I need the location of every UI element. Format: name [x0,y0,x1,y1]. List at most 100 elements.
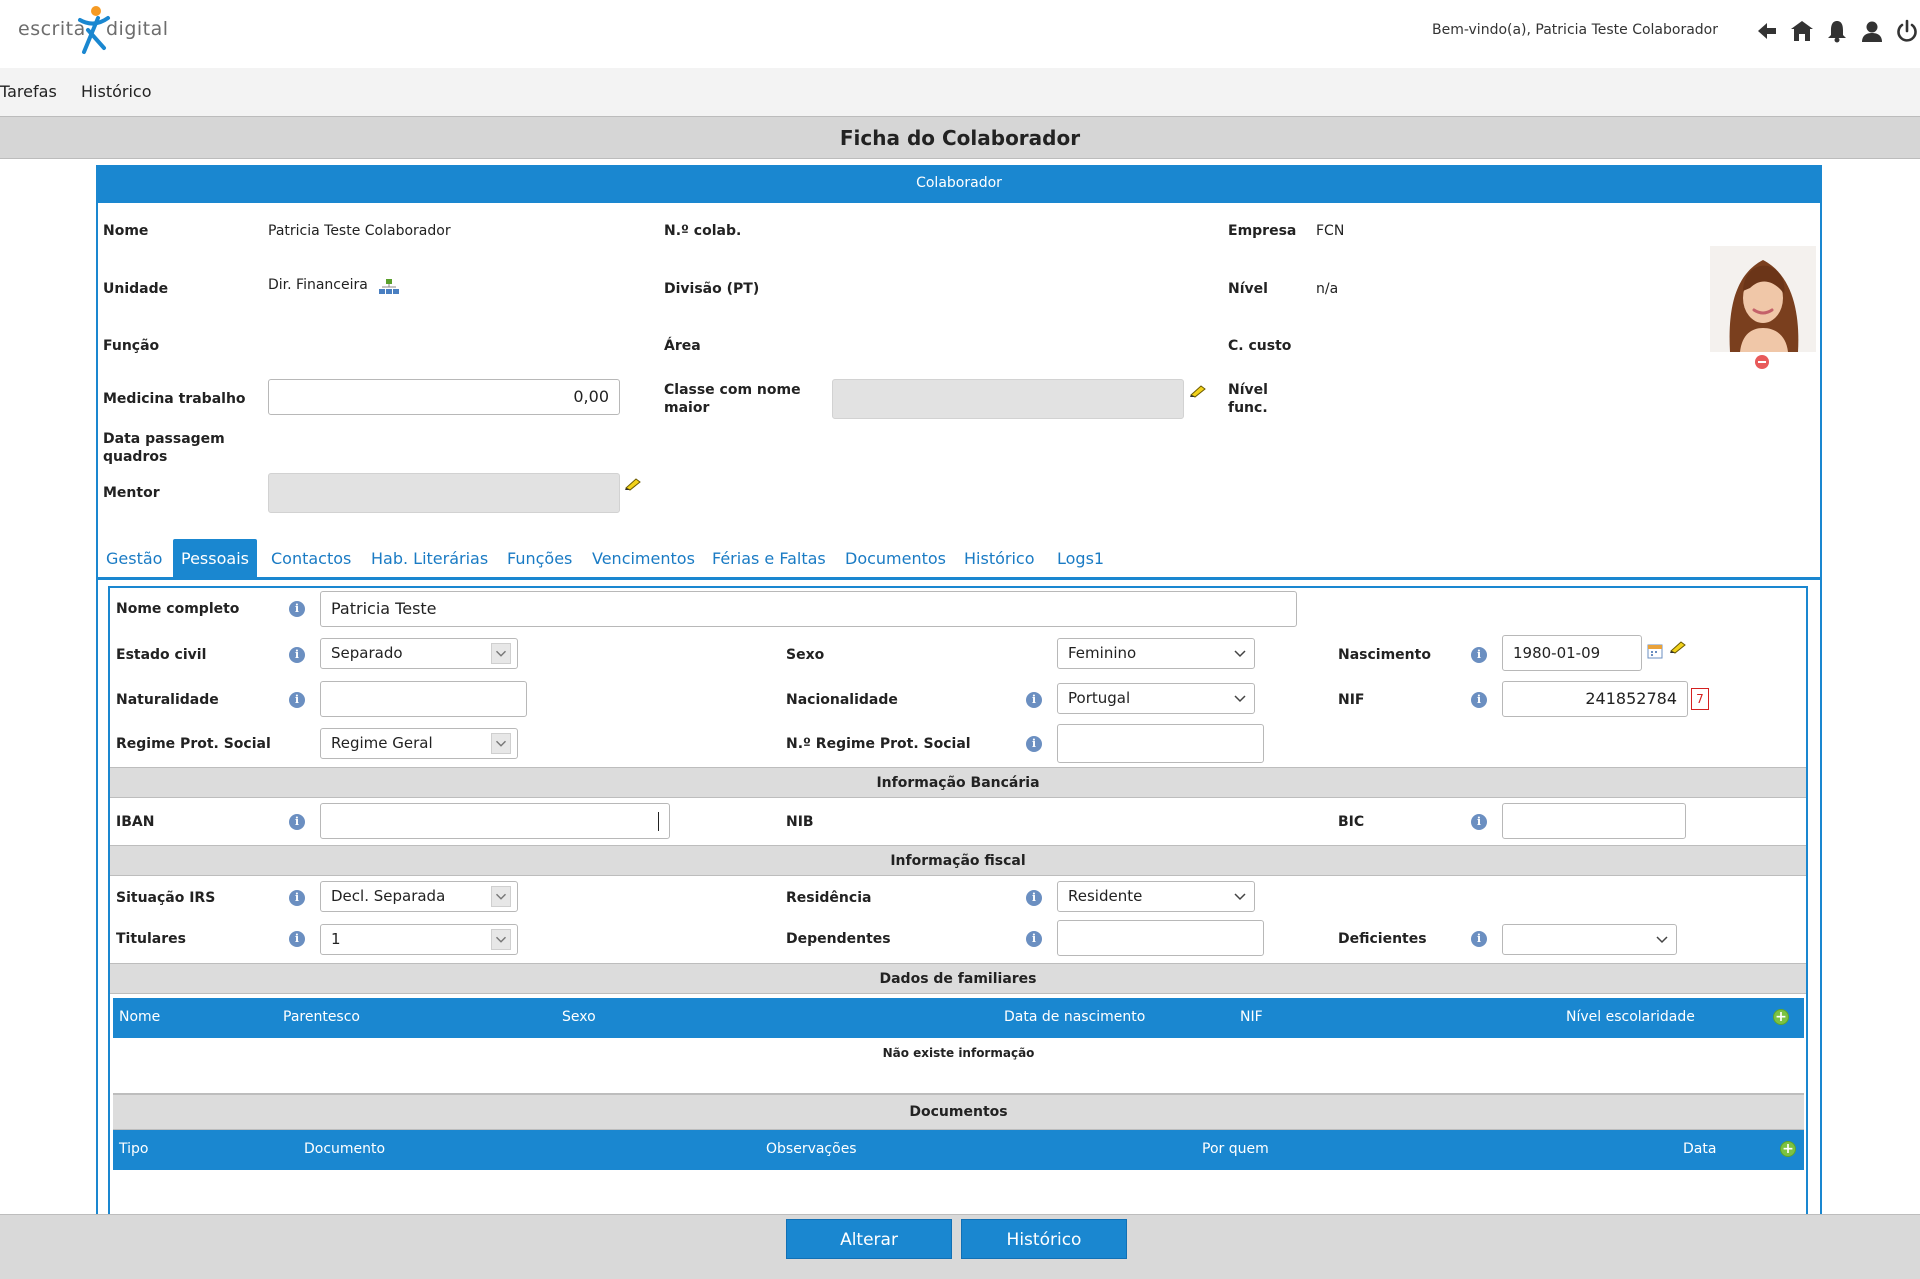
nome-label: Nome [103,223,149,239]
info-icon[interactable]: i [289,692,305,708]
iban-input[interactable] [320,803,670,839]
tab-pessoais[interactable]: Pessoais [173,539,257,577]
bancaria-section-header: Informação Bancária [110,767,1806,798]
classe-input[interactable] [832,379,1184,419]
bancaria-title: Informação Bancária [876,775,1040,791]
info-icon[interactable]: i [289,647,305,663]
logo[interactable]: escrita digital [18,4,168,56]
col-documento: Documento [304,1141,386,1157]
tab-logs1[interactable]: Logs1 [1049,546,1112,577]
info-icon[interactable]: i [1471,647,1487,663]
sexo-label: Sexo [786,647,825,663]
nacionalidade-select[interactable]: Portugal [1057,683,1255,714]
documentos-section-header: Documentos [113,1095,1804,1130]
tab-documentos[interactable]: Documentos [837,546,954,577]
iban-label: IBAN [116,814,155,830]
info-icon[interactable]: i [289,931,305,947]
tab-ferias-faltas[interactable]: Férias e Faltas [704,546,834,577]
info-icon[interactable]: i [1471,931,1487,947]
regime-value: Regime Geral [331,734,433,752]
nav-tarefas[interactable]: Tarefas [0,82,57,101]
col-sexo: Sexo [562,1009,596,1025]
nome-completo-input[interactable]: Patricia Teste [320,591,1297,627]
regime-label: Regime Prot. Social [116,736,271,752]
nregime-label: N.º Regime Prot. Social [786,736,971,752]
unidade-value: Dir. Financeira [268,277,368,293]
alterar-button[interactable]: Alterar [786,1219,952,1259]
tab-vencimentos[interactable]: Vencimentos [584,546,703,577]
nascimento-input[interactable]: 1980-01-09 [1502,635,1642,671]
page-title: Ficha do Colaborador [839,126,1081,150]
historico-button[interactable]: Histórico [961,1219,1127,1259]
power-icon[interactable] [1894,18,1920,44]
bic-label: BIC [1338,814,1365,830]
deficientes-label: Deficientes [1338,931,1427,947]
info-icon[interactable]: i [289,601,305,617]
titulares-select[interactable]: 1 [320,924,518,955]
tab-hab-literarias[interactable]: Hab. Literárias [363,546,496,577]
naturalidade-label: Naturalidade [116,692,219,708]
info-icon[interactable]: i [1026,692,1042,708]
medicina-input[interactable]: 0,00 [268,379,620,415]
calendar-icon[interactable] [1647,643,1663,659]
mentor-label: Mentor [103,485,160,501]
arrow-left-icon[interactable] [1754,18,1780,44]
residencia-select[interactable]: Residente [1057,881,1255,912]
tab-contactos[interactable]: Contactos [263,546,359,577]
empresa-value: FCN [1316,223,1345,239]
bell-icon[interactable] [1824,18,1850,44]
irs-label: Situação IRS [116,890,216,906]
sexo-select[interactable]: Feminino [1057,638,1255,669]
medicina-label: Medicina trabalho [103,391,246,407]
nacionalidade-value: Portugal [1068,689,1131,707]
irs-select[interactable]: Decl. Separada [320,881,518,912]
residencia-value: Residente [1068,887,1143,905]
info-icon[interactable]: i [289,814,305,830]
add-documento-icon[interactable]: + [1780,1141,1796,1157]
top-navigation: Tarefas Histórico [0,68,1920,116]
dependentes-input[interactable] [1057,920,1264,956]
info-icon[interactable]: i [1471,692,1487,708]
estado-civil-select[interactable]: Separado [320,638,518,669]
familiares-title: Dados de familiares [879,971,1037,987]
nivelfunc-label-1: Nível [1228,382,1268,398]
documentos-title: Documentos [909,1104,1008,1120]
tab-gestao[interactable]: Gestão [98,546,170,577]
info-icon[interactable]: i [1026,890,1042,906]
chevron-down-icon [1234,893,1246,901]
ncolab-label: N.º colab. [664,223,742,239]
tab-funcoes[interactable]: Funções [499,546,580,577]
col-parentesco: Parentesco [283,1009,360,1025]
regime-select[interactable]: Regime Geral [320,728,518,759]
chevron-down-icon [491,929,511,950]
deficientes-select[interactable] [1502,924,1677,955]
titulares-label: Titulares [116,931,186,947]
home-icon[interactable] [1789,18,1815,44]
info-icon[interactable]: i [1026,736,1042,752]
col-nivel-escolaridade: Nível escolaridade [1566,1009,1695,1025]
familiares-empty-message: Não existe informação [882,1046,1035,1060]
info-icon[interactable]: i [289,890,305,906]
naturalidade-input[interactable] [320,681,527,717]
info-icon[interactable]: i [1026,931,1042,947]
classe-label-1: Classe com nome [664,382,801,398]
bic-input[interactable] [1502,803,1686,839]
chevron-down-icon [1656,936,1668,944]
estado-civil-label: Estado civil [116,647,207,663]
remove-photo-icon[interactable] [1755,355,1769,369]
add-familiar-icon[interactable]: + [1773,1009,1789,1025]
org-chart-icon[interactable] [379,278,399,296]
mentor-input[interactable] [268,473,620,513]
nif-input[interactable]: 241852784 [1502,681,1688,717]
pencil-icon[interactable] [1668,640,1688,654]
nib-label: NIB [786,814,814,830]
nregime-input[interactable] [1057,724,1264,763]
info-icon[interactable]: i [1471,814,1487,830]
user-icon[interactable] [1859,18,1885,44]
pencil-icon[interactable] [1188,384,1208,398]
nav-historico[interactable]: Histórico [81,82,151,101]
pencil-icon[interactable] [623,477,643,491]
welcome-text: Bem-vindo(a), Patricia Teste Colaborador [1431,22,1718,38]
text-cursor [658,812,659,831]
tab-historico[interactable]: Histórico [956,546,1042,577]
